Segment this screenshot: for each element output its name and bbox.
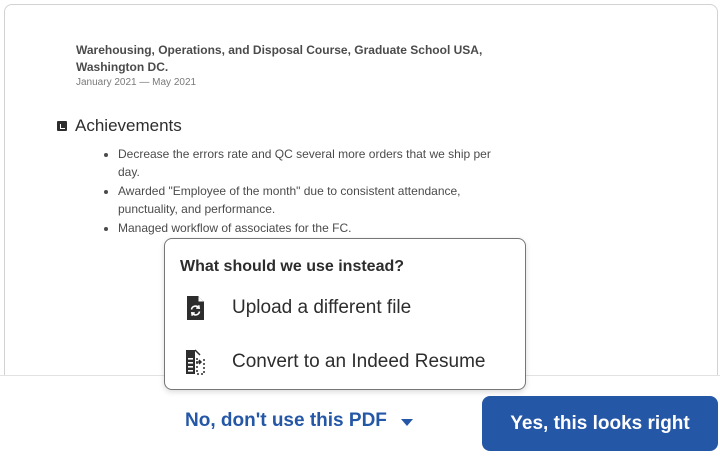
education-title: Warehousing, Operations, and Disposal Co… xyxy=(76,43,483,74)
reject-label: No, don't use this PDF xyxy=(185,410,387,431)
achievements-list: Decrease the errors rate and QC several … xyxy=(102,145,498,238)
list-item: Decrease the errors rate and QC several … xyxy=(118,145,498,181)
upload-file-icon xyxy=(187,296,204,320)
menu-item-label: Convert to an Indeed Resume xyxy=(232,351,486,372)
list-item: Managed workflow of associates for the F… xyxy=(118,219,498,237)
menu-heading: What should we use instead? xyxy=(180,258,405,275)
convert-resume-icon xyxy=(186,349,205,375)
caret-down-icon xyxy=(400,418,413,426)
education-dates: January 2021 — May 2021 xyxy=(76,77,197,88)
reject-pdf-dropdown-button[interactable]: No, don't use this PDF xyxy=(185,410,413,432)
chart-icon xyxy=(57,121,67,131)
menu-item-upload-file[interactable]: Upload a different file xyxy=(183,295,411,321)
achievements-heading: Achievements xyxy=(57,116,182,136)
menu-item-convert-resume[interactable]: Convert to an Indeed Resume xyxy=(183,349,486,375)
menu-item-label: Upload a different file xyxy=(232,297,412,318)
confirm-button[interactable]: Yes, this looks right xyxy=(482,396,718,451)
list-item: Awarded "Employee of the month" due to c… xyxy=(118,182,498,218)
alternatives-menu: What should we use instead? Upload a dif… xyxy=(164,238,526,390)
section-title: Achievements xyxy=(75,116,182,135)
